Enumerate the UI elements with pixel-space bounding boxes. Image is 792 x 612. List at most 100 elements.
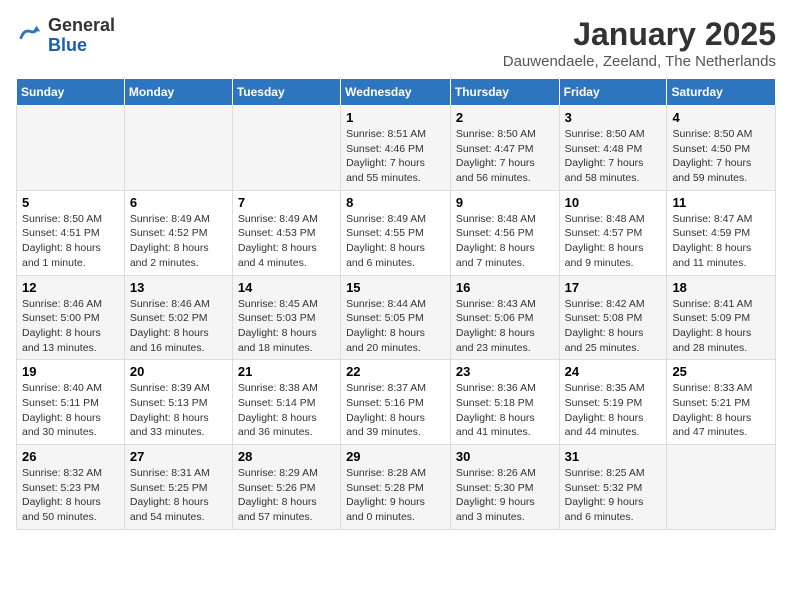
calendar-cell: 30Sunrise: 8:26 AM Sunset: 5:30 PM Dayli… [450,445,559,530]
day-header-saturday: Saturday [667,79,776,106]
calendar-week-5: 26 Sunrise: 8:32 AM Sunset: 5:23 PM Dayli… [17,445,776,530]
cell-info: Sunrise: 8:28 AM Sunset: 5:28 PM Dayligh… [346,466,445,525]
day-number: 10 [565,195,662,210]
day-number: 27 [130,449,227,464]
calendar-cell: 6Sunrise: 8:49 AM Sunset: 4:52 PM Daylig… [124,190,232,275]
day-header-sunday: Sunday [17,79,125,106]
cell-info: Sunrise: 8:35 AM Sunset: 5:19 PM Dayligh… [565,381,662,440]
day-header-monday: Monday [124,79,232,106]
calendar-cell [124,106,232,191]
cell-info: Sunrise: 8:46 AM Sunset: 5:02 PM Dayligh… [130,297,227,356]
calendar-cell: 8 Sunrise: 8:49 AM Sunset: 4:55 PM Daylig… [341,190,451,275]
cell-info: Sunrise: 8:29 AM Sunset: 5:26 PM Dayligh… [238,466,335,525]
day-number: 26 [22,449,119,464]
day-number: 13 [130,280,227,295]
cell-info: Sunrise: 8:50 AM Sunset: 4:47 PM Dayligh… [456,127,554,186]
calendar-cell: 24Sunrise: 8:35 AM Sunset: 5:19 PM Dayli… [559,360,667,445]
calendar-header-row: SundayMondayTuesdayWednesdayThursdayFrid… [17,79,776,106]
cell-info: Sunrise: 8:49 AM Sunset: 4:55 PM Dayligh… [346,212,445,271]
day-header-thursday: Thursday [450,79,559,106]
day-number: 29 [346,449,445,464]
calendar-cell: 19Sunrise: 8:40 AM Sunset: 5:11 PM Dayli… [17,360,125,445]
cell-info: Sunrise: 8:50 AM Sunset: 4:48 PM Dayligh… [565,127,662,186]
calendar-cell [667,445,776,530]
logo-icon [16,22,44,50]
calendar-cell: 16 Sunrise: 8:43 AM Sunset: 5:06 PM Dayli… [450,275,559,360]
calendar-cell: 12 Sunrise: 8:46 AM Sunset: 5:00 PM Dayli… [17,275,125,360]
day-number: 25 [672,364,770,379]
day-number: 14 [238,280,335,295]
calendar-cell: 31 Sunrise: 8:25 AM Sunset: 5:32 PM Dayli… [559,445,667,530]
calendar-cell: 7 Sunrise: 8:49 AM Sunset: 4:53 PM Daylig… [232,190,340,275]
cell-info: Sunrise: 8:32 AM Sunset: 5:23 PM Dayligh… [22,466,119,525]
calendar-cell: 1Sunrise: 8:51 AM Sunset: 4:46 PM Daylig… [341,106,451,191]
cell-info: Sunrise: 8:51 AM Sunset: 4:46 PM Dayligh… [346,127,445,186]
day-number: 4 [672,110,770,125]
cell-info: Sunrise: 8:48 AM Sunset: 4:56 PM Dayligh… [456,212,554,271]
day-number: 5 [22,195,119,210]
day-number: 9 [456,195,554,210]
cell-info: Sunrise: 8:33 AM Sunset: 5:21 PM Dayligh… [672,381,770,440]
calendar-cell: 3 Sunrise: 8:50 AM Sunset: 4:48 PM Daylig… [559,106,667,191]
calendar-cell: 28Sunrise: 8:29 AM Sunset: 5:26 PM Dayli… [232,445,340,530]
logo: General Blue [16,16,115,56]
cell-info: Sunrise: 8:25 AM Sunset: 5:32 PM Dayligh… [565,466,662,525]
calendar-cell: 13 Sunrise: 8:46 AM Sunset: 5:02 PM Dayli… [124,275,232,360]
calendar-cell: 4 Sunrise: 8:50 AM Sunset: 4:50 PM Daylig… [667,106,776,191]
cell-info: Sunrise: 8:50 AM Sunset: 4:51 PM Dayligh… [22,212,119,271]
day-number: 12 [22,280,119,295]
day-number: 21 [238,364,335,379]
cell-info: Sunrise: 8:31 AM Sunset: 5:25 PM Dayligh… [130,466,227,525]
calendar-cell: 20Sunrise: 8:39 AM Sunset: 5:13 PM Dayli… [124,360,232,445]
day-header-tuesday: Tuesday [232,79,340,106]
title-block: January 2025 Dauwendaele, Zeeland, The N… [503,16,776,70]
day-number: 16 [456,280,554,295]
calendar-week-4: 19Sunrise: 8:40 AM Sunset: 5:11 PM Dayli… [17,360,776,445]
calendar-cell [232,106,340,191]
calendar-cell: 17Sunrise: 8:42 AM Sunset: 5:08 PM Dayli… [559,275,667,360]
day-number: 2 [456,110,554,125]
cell-info: Sunrise: 8:43 AM Sunset: 5:06 PM Dayligh… [456,297,554,356]
calendar-cell: 5 Sunrise: 8:50 AM Sunset: 4:51 PM Daylig… [17,190,125,275]
day-number: 8 [346,195,445,210]
calendar-cell: 9 Sunrise: 8:48 AM Sunset: 4:56 PM Daylig… [450,190,559,275]
calendar-cell: 21 Sunrise: 8:38 AM Sunset: 5:14 PM Dayli… [232,360,340,445]
day-number: 3 [565,110,662,125]
calendar-week-2: 5 Sunrise: 8:50 AM Sunset: 4:51 PM Daylig… [17,190,776,275]
calendar-cell: 11Sunrise: 8:47 AM Sunset: 4:59 PM Dayli… [667,190,776,275]
calendar-cell: 18 Sunrise: 8:41 AM Sunset: 5:09 PM Dayli… [667,275,776,360]
cell-info: Sunrise: 8:46 AM Sunset: 5:00 PM Dayligh… [22,297,119,356]
cell-info: Sunrise: 8:37 AM Sunset: 5:16 PM Dayligh… [346,381,445,440]
calendar-cell: 29 Sunrise: 8:28 AM Sunset: 5:28 PM Dayli… [341,445,451,530]
calendar-cell: 22Sunrise: 8:37 AM Sunset: 5:16 PM Dayli… [341,360,451,445]
month-title: January 2025 [503,16,776,53]
cell-info: Sunrise: 8:41 AM Sunset: 5:09 PM Dayligh… [672,297,770,356]
cell-info: Sunrise: 8:50 AM Sunset: 4:50 PM Dayligh… [672,127,770,186]
cell-info: Sunrise: 8:45 AM Sunset: 5:03 PM Dayligh… [238,297,335,356]
day-number: 6 [130,195,227,210]
calendar-cell: 15Sunrise: 8:44 AM Sunset: 5:05 PM Dayli… [341,275,451,360]
cell-info: Sunrise: 8:38 AM Sunset: 5:14 PM Dayligh… [238,381,335,440]
day-number: 17 [565,280,662,295]
calendar-cell: 27 Sunrise: 8:31 AM Sunset: 5:25 PM Dayli… [124,445,232,530]
cell-info: Sunrise: 8:49 AM Sunset: 4:53 PM Dayligh… [238,212,335,271]
day-number: 18 [672,280,770,295]
logo-general: General [48,16,115,36]
day-number: 11 [672,195,770,210]
logo-text: General Blue [48,16,115,56]
calendar-cell: 23Sunrise: 8:36 AM Sunset: 5:18 PM Dayli… [450,360,559,445]
calendar-cell [17,106,125,191]
calendar-cell: 14 Sunrise: 8:45 AM Sunset: 5:03 PM Dayli… [232,275,340,360]
logo-blue: Blue [48,36,115,56]
day-number: 7 [238,195,335,210]
day-number: 31 [565,449,662,464]
calendar-table: SundayMondayTuesdayWednesdayThursdayFrid… [16,78,776,530]
cell-info: Sunrise: 8:36 AM Sunset: 5:18 PM Dayligh… [456,381,554,440]
cell-info: Sunrise: 8:39 AM Sunset: 5:13 PM Dayligh… [130,381,227,440]
day-number: 30 [456,449,554,464]
calendar-week-3: 12 Sunrise: 8:46 AM Sunset: 5:00 PM Dayli… [17,275,776,360]
day-number: 19 [22,364,119,379]
calendar-cell: 10Sunrise: 8:48 AM Sunset: 4:57 PM Dayli… [559,190,667,275]
cell-info: Sunrise: 8:44 AM Sunset: 5:05 PM Dayligh… [346,297,445,356]
calendar-cell: 2 Sunrise: 8:50 AM Sunset: 4:47 PM Daylig… [450,106,559,191]
